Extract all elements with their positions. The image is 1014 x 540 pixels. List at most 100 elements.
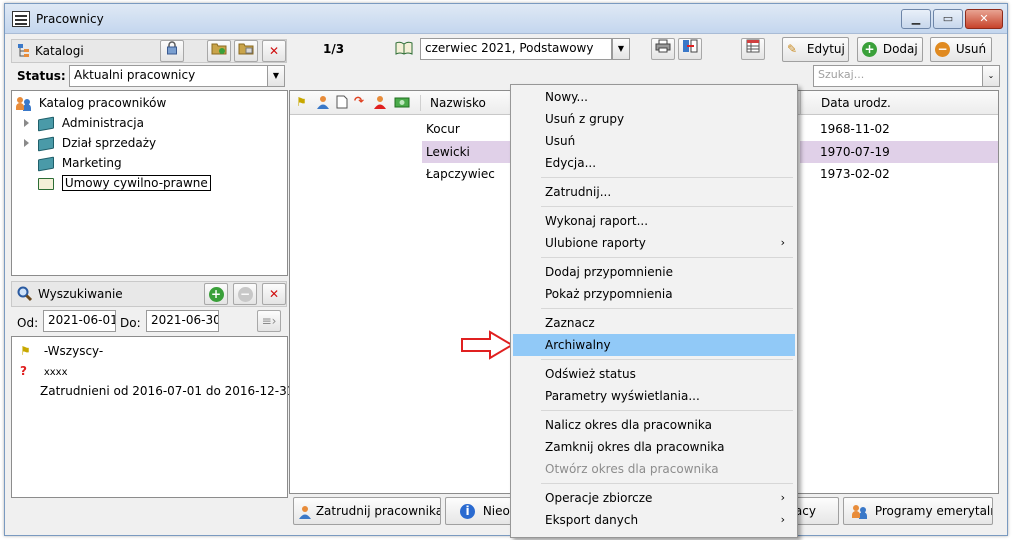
- menu-item-operacje-zbiorcze[interactable]: Operacje zbiorcze ›: [513, 487, 795, 509]
- menu-separator: [541, 308, 793, 309]
- filter-item-label: Zatrudnieni od 2016-07-01 do 2016-12-31: [40, 384, 295, 398]
- menu-separator: [541, 206, 793, 207]
- plus-icon: +: [208, 287, 224, 302]
- question-icon: ?: [20, 364, 27, 378]
- menu-item-zaznacz[interactable]: Zaznacz: [513, 312, 795, 334]
- filter-item-zatrudnieni[interactable]: Zatrudnieni od 2016-07-01 do 2016-12-31: [40, 381, 294, 401]
- menu-item-usun-z-grupy[interactable]: Usuń z grupy: [513, 108, 795, 130]
- do-date-input[interactable]: 2021-06-30: [146, 310, 219, 332]
- menu-item-wykonaj-raport[interactable]: Wykonaj raport...: [513, 210, 795, 232]
- columns-button[interactable]: [741, 38, 765, 60]
- column-header-nazwisko[interactable]: Nazwisko: [430, 96, 486, 110]
- menu-separator: [541, 410, 793, 411]
- maximize-icon: ▭: [942, 12, 954, 25]
- maximize-button[interactable]: ▭: [933, 9, 963, 29]
- filter-list: ⚑ -Wszyscy- ? xxxx Zatrudnieni od 2016-0…: [11, 336, 294, 498]
- app-icon: [12, 11, 30, 27]
- print-button[interactable]: [651, 38, 675, 60]
- status-dropdown-button[interactable]: ▼: [267, 65, 285, 87]
- menu-separator: [541, 177, 793, 178]
- flag-icon: ⚑: [296, 95, 307, 109]
- lock-button[interactable]: [160, 40, 184, 62]
- chevron-down-icon: ▼: [617, 44, 625, 53]
- menu-item-parametry-wyswietlania[interactable]: Parametry wyświetlania...: [513, 385, 795, 407]
- menu-separator: [541, 483, 793, 484]
- minimize-button[interactable]: ▁: [901, 9, 931, 29]
- person-icon: [298, 504, 316, 519]
- cell-nazwisko: Łapczywiec: [426, 167, 495, 181]
- person-alert-icon: [374, 95, 388, 112]
- period-select[interactable]: czerwiec 2021, Podstawowy: [420, 38, 612, 60]
- add-filter-button[interactable]: +: [204, 283, 228, 305]
- book-icon: [38, 136, 54, 151]
- chevron-right-icon: ›: [780, 236, 785, 249]
- column-header-data-urodz[interactable]: Data urodz.: [800, 91, 1000, 115]
- book-icon: [38, 156, 54, 171]
- filter-arrow-icon: ≡›: [261, 314, 277, 328]
- menu-item-zatrudnij[interactable]: Zatrudnij...: [513, 181, 795, 203]
- period-dropdown-button[interactable]: ▼: [612, 38, 630, 60]
- menu-item-pokaz-przypomnienia[interactable]: Pokaż przypomnienia: [513, 283, 795, 305]
- catalogs-label: Katalogi: [35, 44, 84, 58]
- magnifier-icon: [17, 286, 33, 305]
- delete-button[interactable]: − Usuń: [930, 37, 992, 62]
- status-select[interactable]: Aktualni pracownicy: [69, 65, 269, 87]
- chevron-down-icon: ▼: [272, 71, 280, 80]
- tree-item-label: Umowy cywilno-prawne: [61, 175, 211, 191]
- menu-item-ulubione-raporty[interactable]: Ulubione raporty ›: [513, 232, 795, 254]
- tree-item-dzial-sprzedazy[interactable]: Dział sprzedaży: [38, 133, 156, 153]
- menu-item-usun[interactable]: Usuń: [513, 130, 795, 152]
- menu-item-nalicz-okres[interactable]: Nalicz okres dla pracownika: [513, 414, 795, 436]
- page-counter: 1/3: [323, 42, 345, 56]
- info-icon: i: [460, 504, 475, 519]
- export-button[interactable]: [678, 38, 702, 60]
- filter-item-all[interactable]: ⚑ -Wszyscy-: [20, 341, 103, 361]
- remove-filter-button[interactable]: −: [233, 283, 257, 305]
- close-icon: ✕: [268, 44, 280, 58]
- expand-arrow-icon[interactable]: [24, 139, 29, 147]
- hire-employee-button[interactable]: Zatrudnij pracownika: [293, 497, 441, 525]
- edit-catalog-button[interactable]: [234, 40, 258, 62]
- cell-data-urodz: 1973-02-02: [820, 167, 890, 181]
- tree-item-marketing[interactable]: Marketing: [38, 153, 122, 173]
- apply-filter-button[interactable]: ≡›: [257, 310, 281, 332]
- od-date-input[interactable]: 2021-06-01: [43, 310, 116, 332]
- menu-item-eksport-danych[interactable]: Eksport danych ›: [513, 509, 795, 531]
- expand-arrow-icon[interactable]: [24, 119, 29, 127]
- main-window: Pracownicy ▁ ▭ ✕ Katalogi ✕ Status: Aktu…: [4, 3, 1008, 536]
- menu-item-edycja[interactable]: Edycja...: [513, 152, 795, 174]
- add-button[interactable]: + Dodaj: [857, 37, 923, 62]
- close-icon: ✕: [268, 287, 280, 301]
- tree-item-root[interactable]: Katalog pracowników: [16, 93, 166, 113]
- delete-catalog-button[interactable]: ✕: [262, 40, 286, 62]
- menu-item-nowy[interactable]: Nowy...: [513, 86, 795, 108]
- filter-item-xxxx[interactable]: ? xxxx: [20, 361, 68, 381]
- menu-item-odswiez-status[interactable]: Odśwież status: [513, 363, 795, 385]
- chevron-right-icon: ›: [780, 491, 785, 504]
- filter-item-label: xxxx: [43, 367, 68, 378]
- edit-button[interactable]: ✎ Edytuj: [782, 37, 849, 62]
- add-catalog-button[interactable]: [207, 40, 231, 62]
- menu-item-dodaj-przypomnienie[interactable]: Dodaj przypomnienie: [513, 261, 795, 283]
- book-icon: [38, 116, 54, 131]
- folder-add-icon: [211, 43, 227, 58]
- absence-button[interactable]: i Nieob: [445, 497, 515, 525]
- table-icon: [746, 39, 760, 56]
- minus-icon: −: [237, 287, 253, 302]
- arrow-right-icon: [460, 330, 514, 363]
- tree-item-umowy[interactable]: Umowy cywilno-prawne: [38, 173, 211, 193]
- menu-item-zamknij-okres[interactable]: Zamknij okres dla pracownika: [513, 436, 795, 458]
- pencil-icon: ✎: [787, 42, 798, 56]
- printer-icon: [655, 39, 671, 56]
- cell-nazwisko: Lewicki: [422, 141, 512, 163]
- flag-icon: ⚑: [20, 344, 31, 358]
- open-book-icon: [38, 177, 54, 190]
- pension-programs-button[interactable]: Programy emerytalne: [843, 497, 993, 525]
- menu-item-archiwalny[interactable]: Archiwalny: [513, 334, 795, 356]
- close-window-button[interactable]: ✕: [965, 9, 1003, 29]
- minimize-icon: ▁: [911, 12, 921, 25]
- search-input[interactable]: Szukaj...: [813, 65, 988, 87]
- tree-item-administracja[interactable]: Administracja: [38, 113, 144, 133]
- search-dropdown-button[interactable]: ⌄: [982, 65, 1000, 87]
- delete-filter-button[interactable]: ✕: [262, 283, 286, 305]
